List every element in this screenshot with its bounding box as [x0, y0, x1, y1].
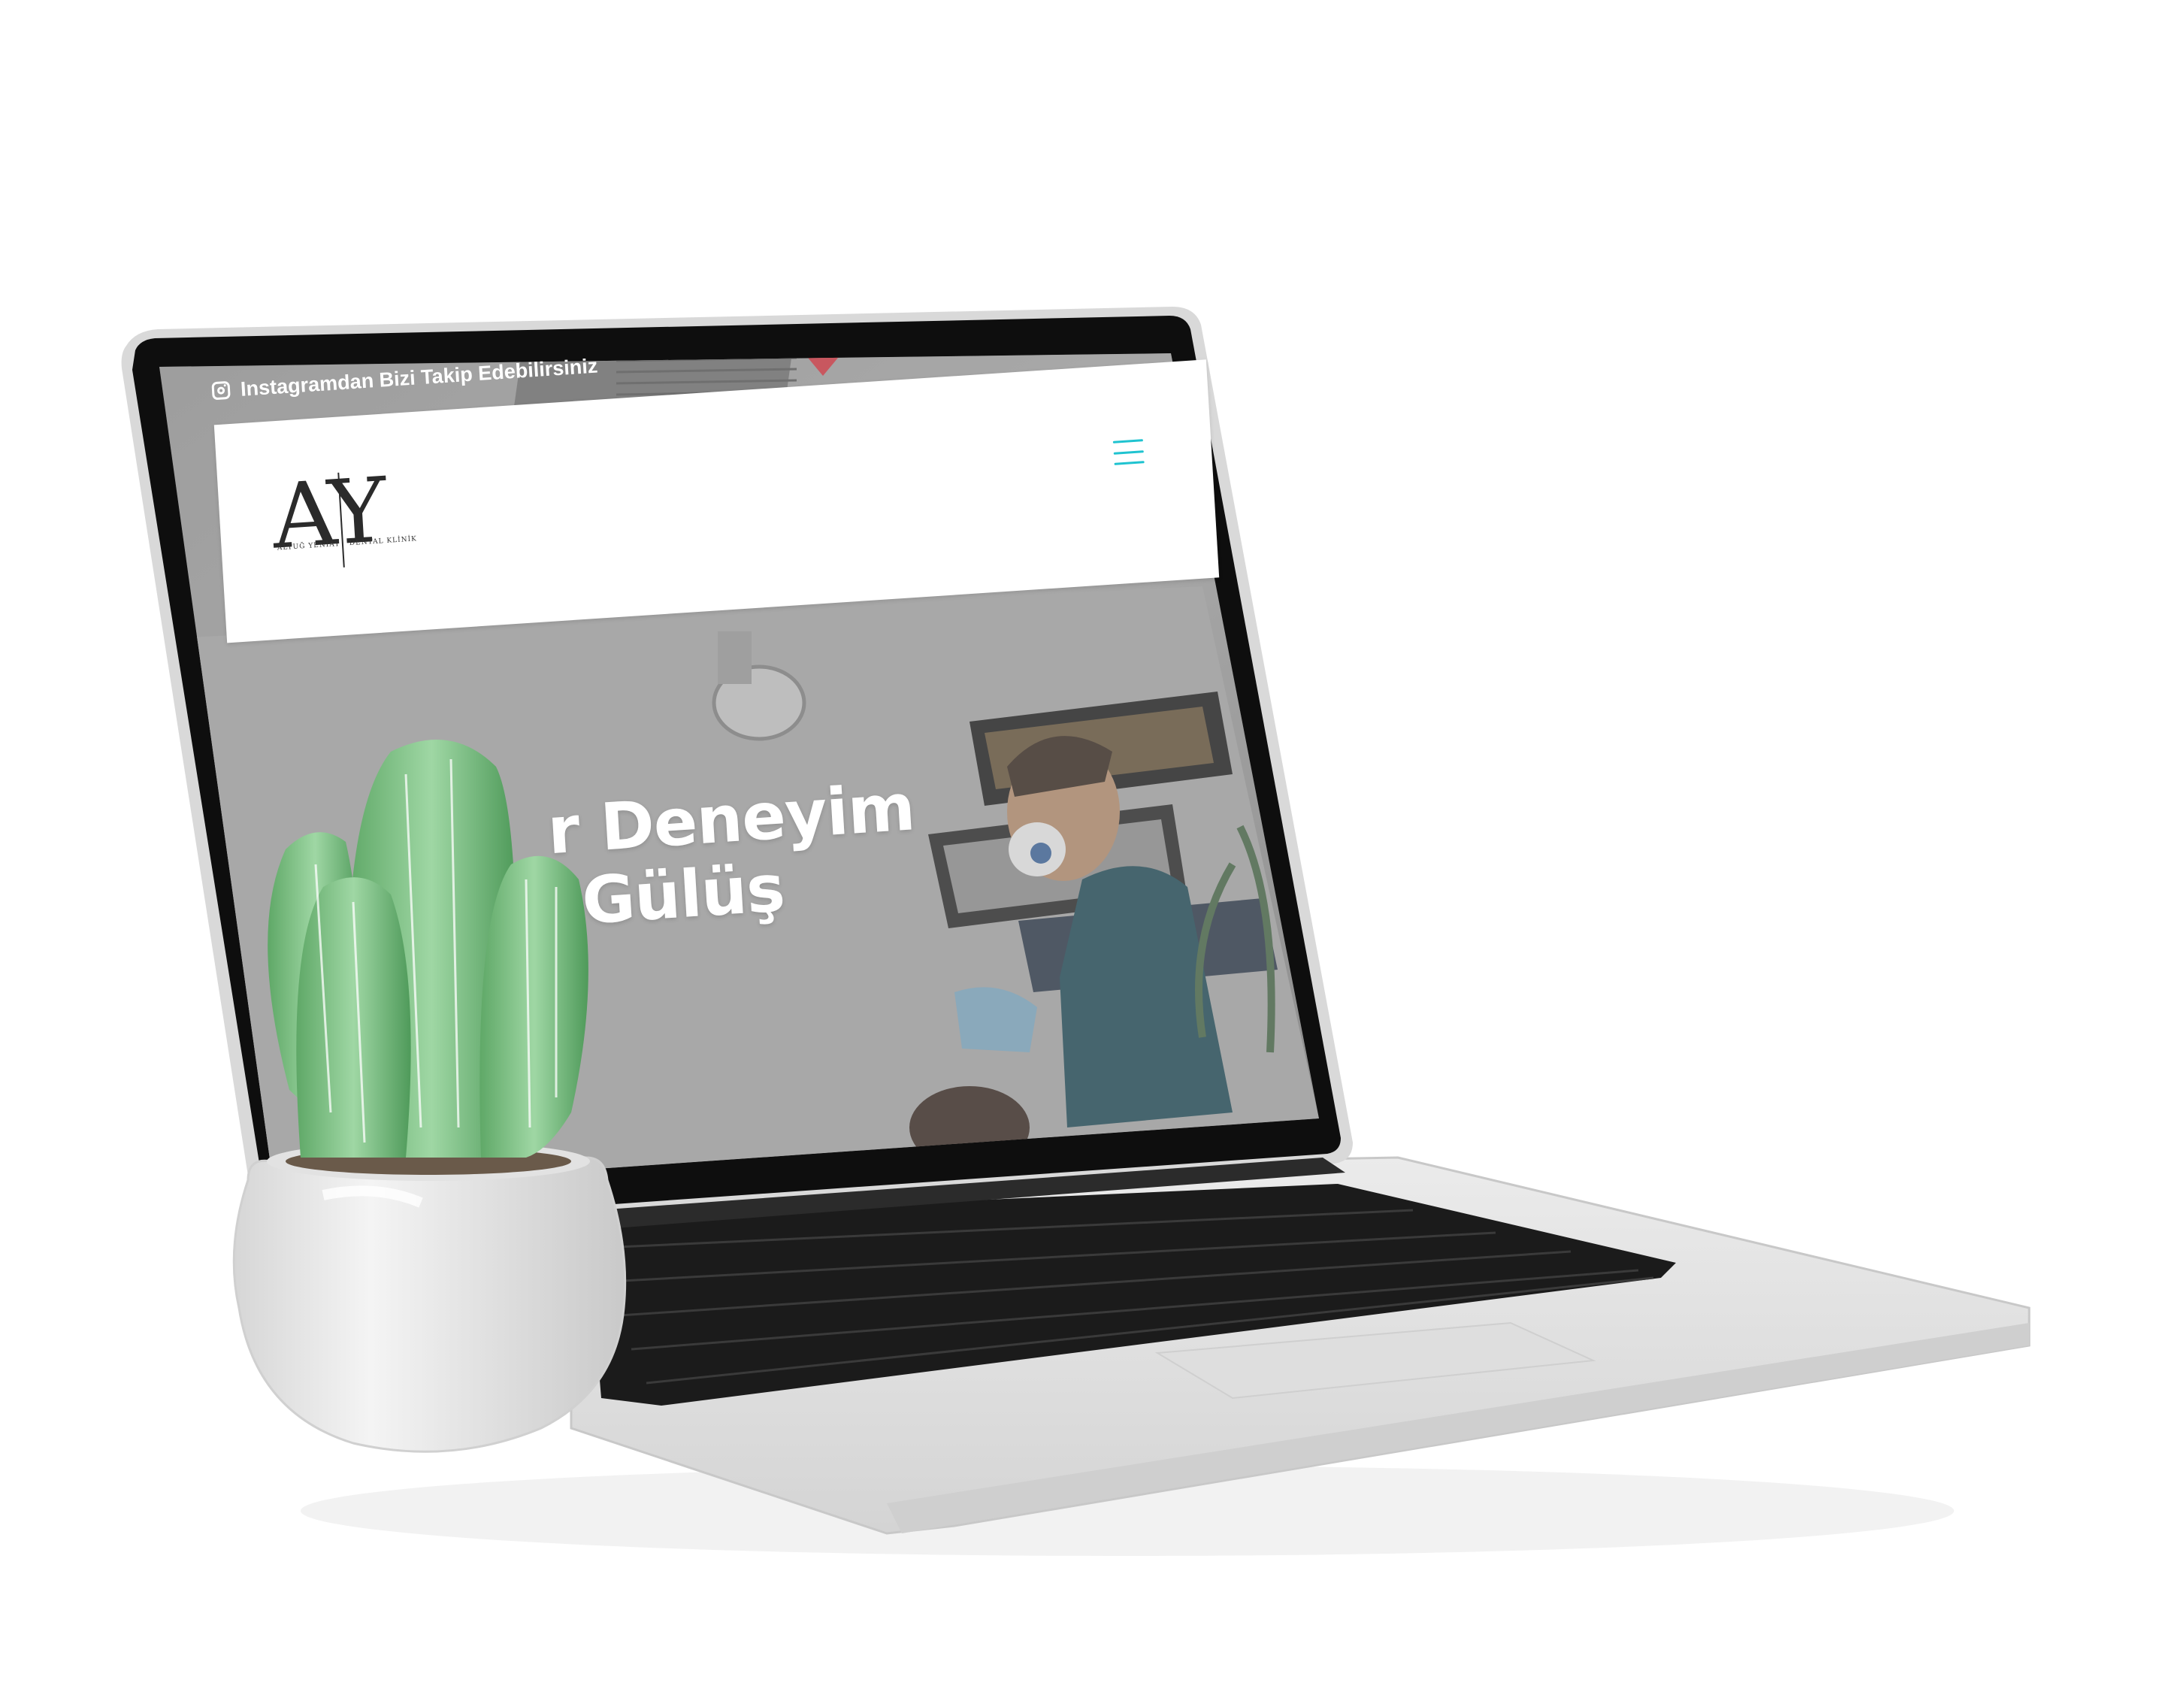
menu-line: [1112, 439, 1143, 443]
laptop-mockup-scene: Instagramdan Bizi Takip Edebilirsiniz AY…: [0, 0, 2184, 1701]
instagram-follow-link[interactable]: Instagramdan Bizi Takip Edebilirsiniz: [240, 354, 598, 401]
instagram-icon[interactable]: [211, 380, 231, 401]
website-screen: Instagramdan Bizi Takip Edebilirsiniz AY…: [158, 293, 1345, 1120]
clinic-logo[interactable]: AY ALTUĞ YENİAY DENTAL KLİNİK: [269, 458, 417, 586]
menu-line: [1113, 449, 1144, 455]
hero-heading: r Deneyim Gülüş: [546, 770, 921, 940]
menu-line: [1114, 461, 1145, 465]
hamburger-menu-icon[interactable]: [1112, 439, 1145, 465]
